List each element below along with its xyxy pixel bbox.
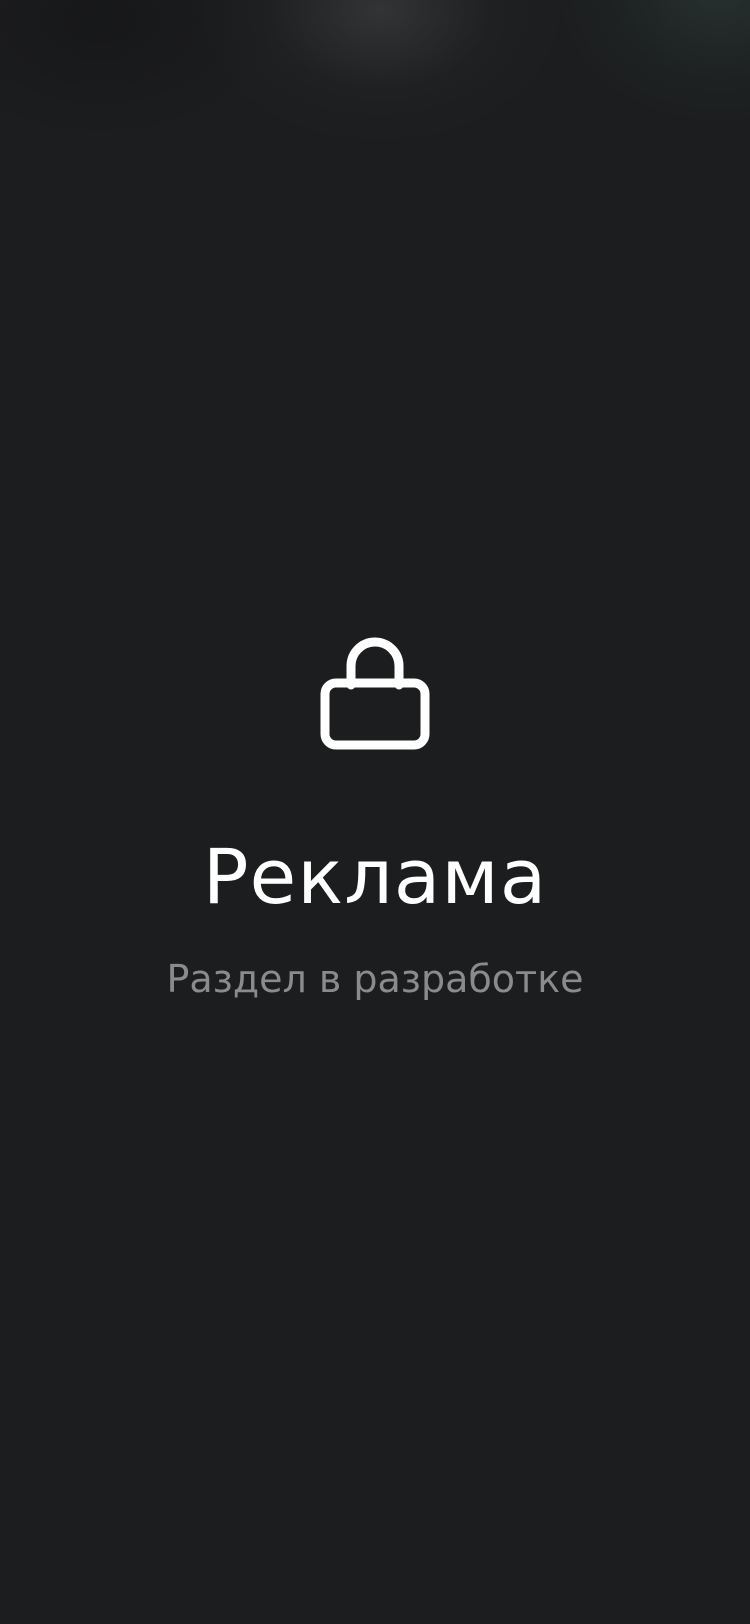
status-subtitle: Раздел в разработке — [166, 957, 584, 1001]
background-glow-right — [560, 0, 750, 120]
page-title: Реклама — [202, 832, 548, 921]
placeholder-content: Реклама Раздел в разработке — [0, 628, 750, 1002]
screen: Реклама Раздел в разработке — [0, 0, 750, 1624]
background-glow-center — [200, 0, 560, 140]
lock-icon — [320, 637, 430, 750]
